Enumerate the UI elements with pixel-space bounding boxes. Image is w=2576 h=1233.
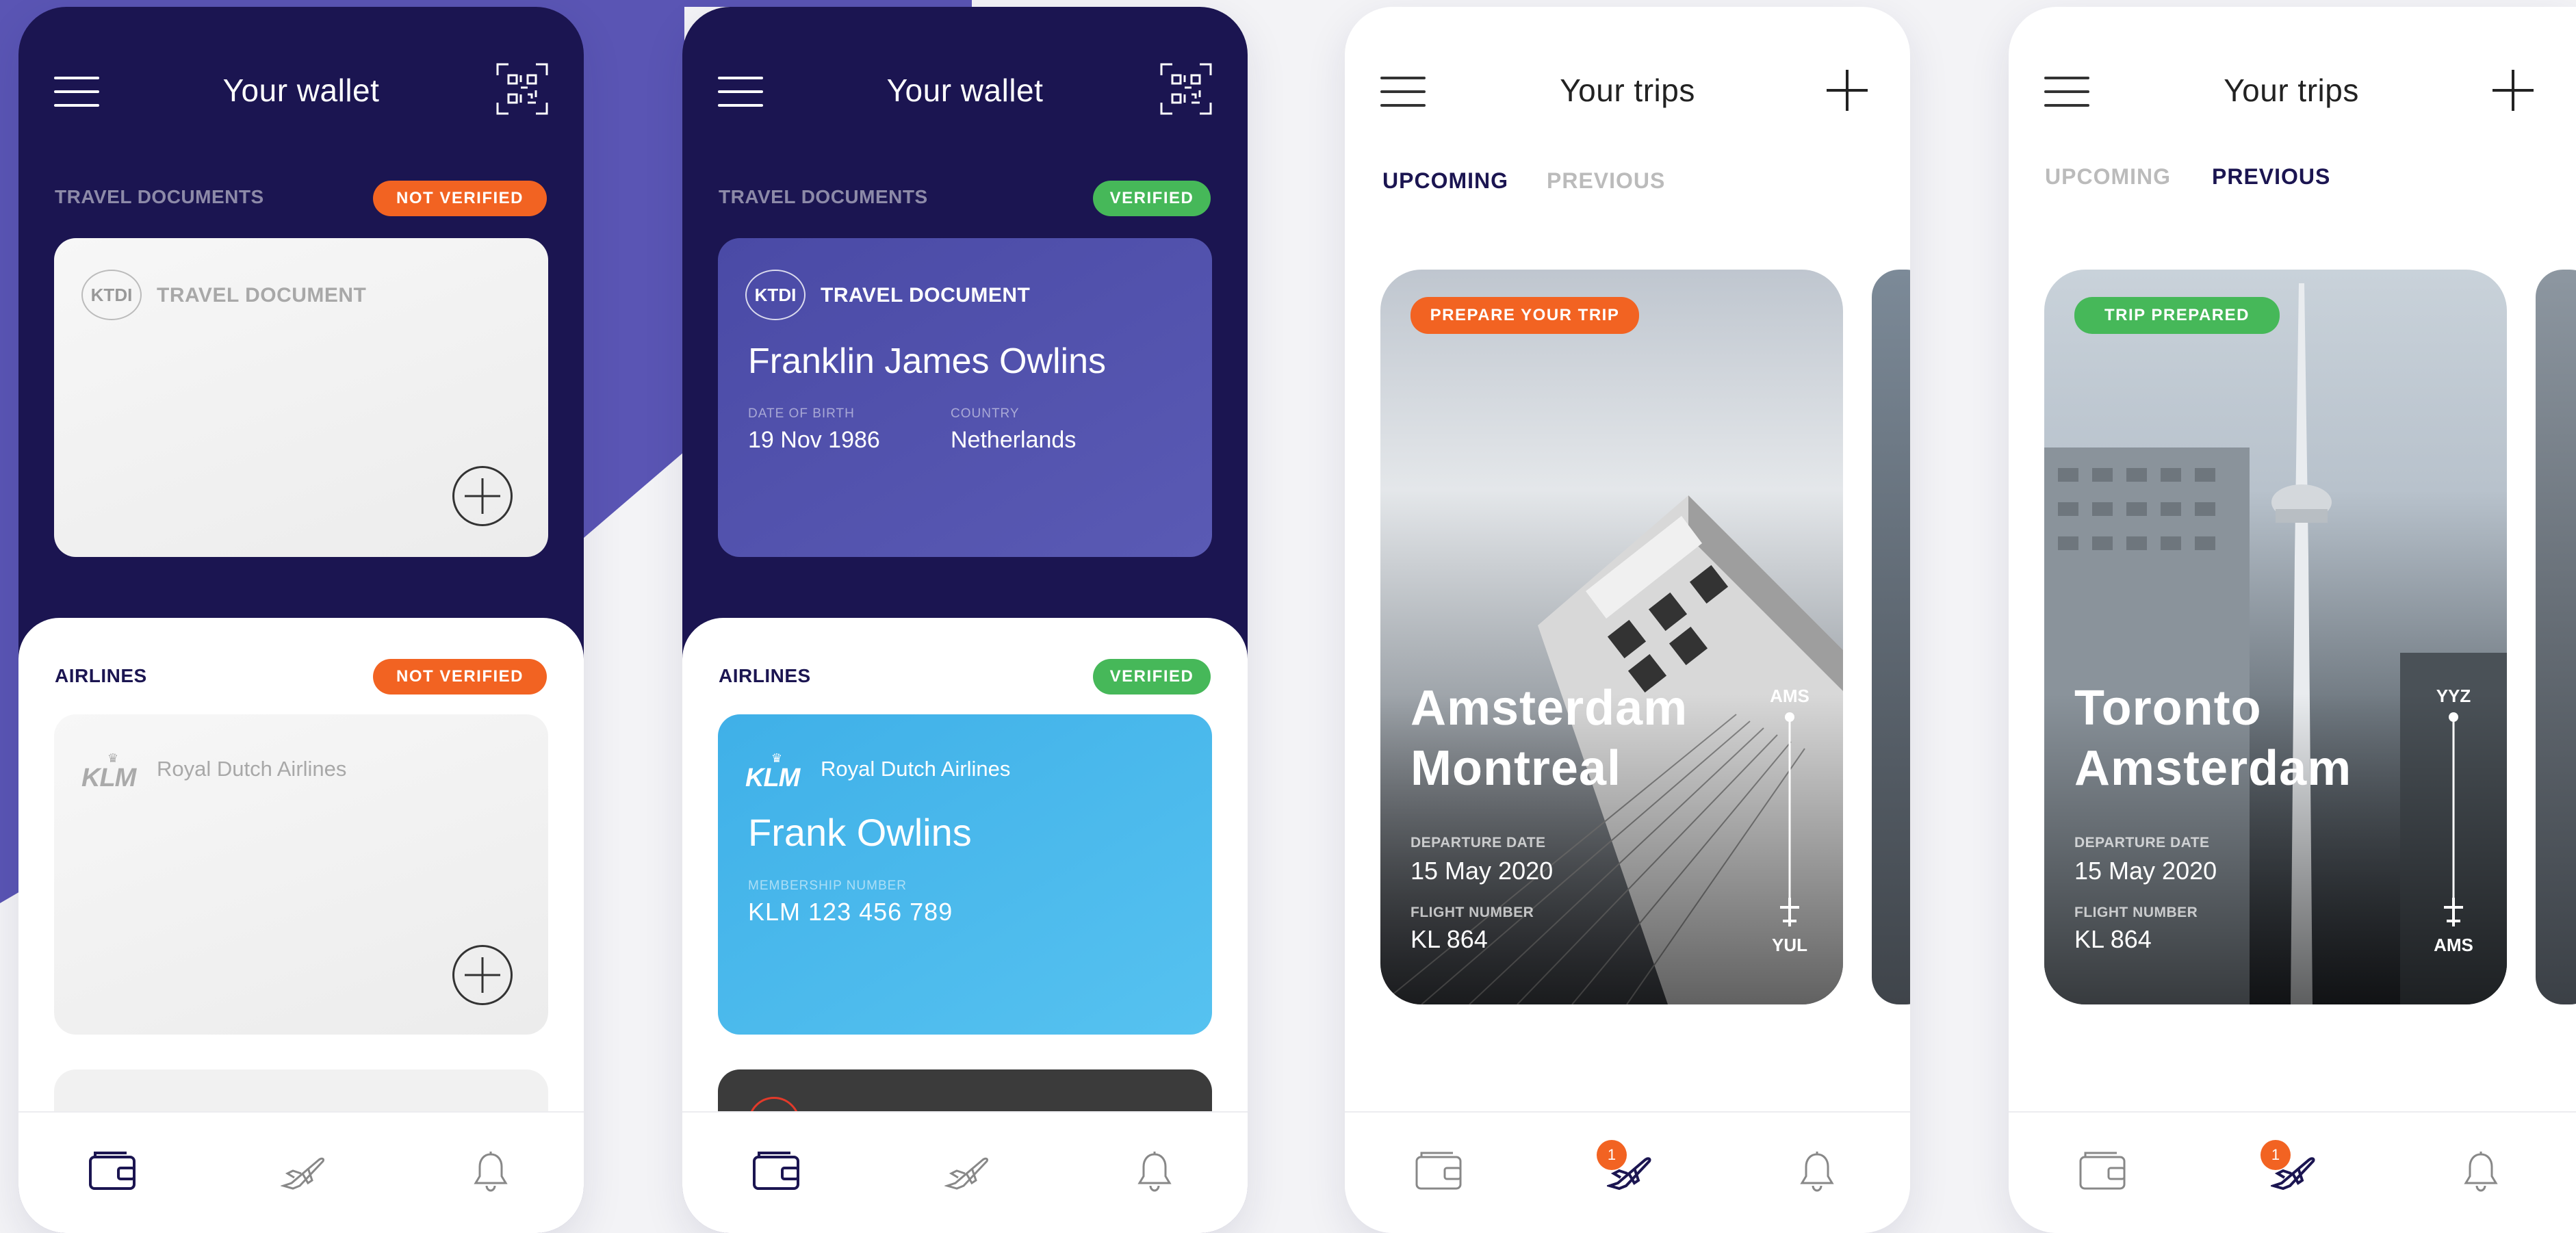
city-from: Amsterdam [1411, 681, 1688, 736]
bottom-nav: 1 [2009, 1111, 2576, 1233]
airline-name: Royal Dutch Airlines [821, 757, 1011, 781]
destination-code: AMS [2434, 935, 2473, 955]
wallet-icon[interactable] [1415, 1150, 1463, 1191]
member-name: Frank Owlins [748, 811, 972, 854]
city-from: Toronto [2074, 681, 2262, 736]
tab-previous[interactable]: PREVIOUS [1547, 168, 1665, 194]
departure-label: DEPARTURE DATE [1411, 835, 1546, 851]
ktdi-logo: KTDI [81, 270, 142, 320]
page-title: Your trips [2224, 73, 2359, 108]
klm-logo: ♛ KLM [81, 751, 136, 792]
wallet-icon[interactable] [88, 1150, 136, 1191]
qr-scan-icon[interactable] [496, 63, 548, 115]
klm-logo: ♛ KLM [745, 751, 800, 792]
departure-value: 15 May 2020 [2074, 857, 2217, 885]
route-line [2444, 712, 2463, 926]
flight-label: FLIGHT NUMBER [1411, 905, 1534, 920]
status-badge: VERIFIED [1093, 181, 1211, 216]
trip-card[interactable]: PREPARE YOUR TRIP Amsterdam Montreal DEP… [1380, 270, 1843, 1004]
travel-document-card[interactable]: KTDI TRAVEL DOCUMENT Franklin James Owli… [718, 238, 1212, 557]
flight-label: FLIGHT NUMBER [2074, 905, 2198, 920]
add-document-icon[interactable] [452, 466, 513, 526]
travel-documents-label: TRAVEL DOCUMENTS [55, 186, 264, 207]
notification-badge: 1 [2261, 1140, 2291, 1170]
city-to: Montreal [1411, 741, 1622, 796]
origin-code: AMS [1770, 686, 1809, 706]
card-title: TRAVEL DOCUMENT [821, 284, 1031, 307]
flight-value: KL 864 [1411, 925, 1488, 953]
travel-document-card[interactable]: KTDI TRAVEL DOCUMENT [54, 238, 548, 557]
airlines-label: AIRLINES [719, 665, 811, 686]
country-value: Netherlands [951, 427, 1077, 453]
card-title: TRAVEL DOCUMENT [157, 284, 367, 307]
route-line [1780, 712, 1799, 926]
bell-icon[interactable] [2462, 1150, 2500, 1193]
trip-status-badge: PREPARE YOUR TRIP [1411, 297, 1639, 334]
departure-value: 15 May 2020 [1411, 857, 1554, 885]
travel-documents-label: TRAVEL DOCUMENTS [719, 186, 928, 207]
dob-value: 19 Nov 1986 [748, 427, 880, 453]
bottom-nav [682, 1111, 1248, 1233]
city-to: Amsterdam [2074, 741, 2352, 796]
add-trip-icon[interactable] [2493, 70, 2534, 111]
airline-card[interactable]: ♛ KLM Royal Dutch Airlines [54, 714, 548, 1035]
origin-code: YYZ [2436, 686, 2471, 706]
wallet-screen-verified: Your wallet TRAVEL DOCUMENTS VERIFIED KT… [682, 7, 1248, 1233]
bell-icon[interactable] [472, 1150, 510, 1193]
holder-name: Franklin James Owlins [748, 341, 1107, 381]
notification-badge: 1 [1597, 1140, 1627, 1170]
cn-tower-illustration [2044, 283, 2507, 1004]
qr-scan-icon[interactable] [1160, 63, 1212, 115]
status-badge: NOT VERIFIED [373, 659, 547, 695]
departure-label: DEPARTURE DATE [2074, 835, 2210, 851]
bell-icon[interactable] [1798, 1150, 1836, 1193]
wallet-screen-unverified: Your wallet TRAVEL DOCUMENTS NOT VERIFIE… [18, 7, 584, 1233]
bottom-nav [18, 1111, 584, 1233]
wallet-icon[interactable] [752, 1150, 800, 1191]
flight-value: KL 864 [2074, 925, 2152, 953]
country-label: COUNTRY [951, 406, 1020, 421]
airline-card[interactable]: ♛ KLM Royal Dutch Airlines Frank Owlins … [718, 714, 1212, 1035]
airlines-label: AIRLINES [55, 665, 147, 686]
status-badge: NOT VERIFIED [373, 181, 547, 216]
tab-upcoming[interactable]: UPCOMING [2045, 164, 2171, 190]
building-illustration [1380, 495, 1843, 1004]
trip-status-badge: TRIP PREPARED [2074, 297, 2280, 334]
membership-label: MEMBERSHIP NUMBER [748, 879, 907, 893]
page-title: Your trips [1560, 73, 1695, 108]
plane-icon[interactable] [281, 1150, 326, 1191]
plane-icon[interactable] [944, 1150, 990, 1191]
next-trip-card[interactable] [1872, 270, 1910, 1004]
trip-card[interactable]: TRIP PREPARED Toronto Amsterdam DEPARTUR… [2044, 270, 2507, 1004]
add-airline-icon[interactable] [452, 945, 513, 1005]
bottom-nav: 1 [1345, 1111, 1910, 1233]
add-trip-icon[interactable] [1827, 70, 1868, 111]
ktdi-logo: KTDI [745, 270, 806, 320]
destination-code: YUL [1772, 935, 1807, 955]
wallet-icon[interactable] [2078, 1150, 2126, 1191]
trips-screen-upcoming: Your trips UPCOMING PREVIOUS PREPARE YOU… [1345, 7, 1910, 1233]
status-badge: VERIFIED [1093, 659, 1211, 695]
tab-previous[interactable]: PREVIOUS [2212, 164, 2330, 190]
membership-value: KLM 123 456 789 [748, 898, 953, 926]
bell-icon[interactable] [1135, 1150, 1174, 1193]
trips-screen-previous: Your trips UPCOMING PREVIOUS TRIP PREPAR… [2009, 7, 2576, 1233]
next-trip-card[interactable] [2536, 270, 2576, 1004]
tab-upcoming[interactable]: UPCOMING [1382, 168, 1508, 194]
dob-label: DATE OF BIRTH [748, 406, 855, 421]
airline-name: Royal Dutch Airlines [157, 757, 347, 781]
